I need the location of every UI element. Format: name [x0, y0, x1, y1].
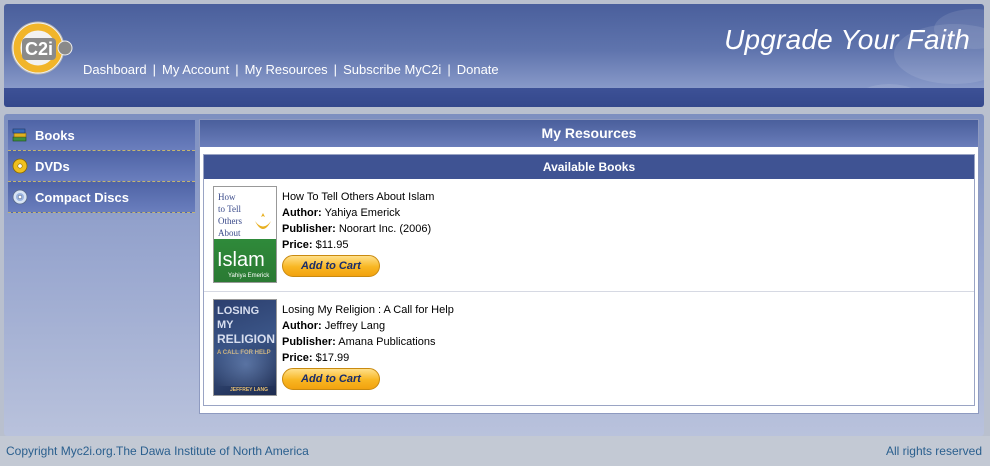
sidebar: Books DVDs Compact Discs	[8, 120, 195, 213]
cover-text: RELIGION	[217, 332, 276, 346]
sidebar-item-label: Books	[35, 127, 75, 143]
book-info: Losing My Religion : A Call for Help Aut…	[282, 299, 454, 398]
cover-text: LOSING MY	[217, 305, 260, 331]
list-item: How to Tell Others About Islam Yahiya Em…	[204, 179, 974, 292]
author-label: Author:	[282, 320, 322, 332]
book-price: $17.99	[315, 352, 350, 364]
book-title[interactable]: How To Tell Others About Islam	[282, 189, 434, 205]
nav-separator: |	[152, 62, 156, 77]
book-author: Yahiya Emerick	[324, 207, 401, 219]
add-to-cart-button[interactable]: Add to Cart	[282, 255, 380, 277]
tagline: Upgrade Your Faith	[724, 24, 970, 55]
nav-separator: |	[235, 62, 239, 77]
cover-text: How	[218, 192, 236, 202]
main-panel: My Resources Available Books How to Tell…	[199, 119, 979, 414]
book-price: $11.95	[315, 239, 349, 251]
price-label: Price:	[282, 239, 313, 251]
nav-dashboard[interactable]: Dashboard	[83, 62, 147, 77]
price-label: Price:	[282, 352, 313, 364]
c2i-logo[interactable]: C2i	[10, 18, 74, 76]
nav-donate[interactable]: Donate	[457, 62, 499, 77]
rights-text: All rights reserved	[885, 444, 982, 458]
sidebar-item-label: DVDs	[35, 158, 70, 174]
cover-text: to Tell	[218, 204, 241, 214]
books-list: Available Books How to Tell Others About…	[203, 154, 975, 406]
book-publisher: Amana Publications	[338, 336, 436, 348]
dvd-icon	[12, 158, 28, 174]
books-icon	[12, 127, 28, 143]
publisher-label: Publisher:	[282, 223, 336, 235]
header: C2i Upgrade Your Faith Dashboard | My Acco…	[4, 4, 984, 107]
book-cover[interactable]: How to Tell Others About Islam Yahiya Em…	[213, 186, 277, 283]
cd-icon	[12, 189, 28, 205]
author-label: Author:	[282, 207, 322, 219]
sidebar-item-dvds[interactable]: DVDs	[8, 151, 195, 182]
cover-text: JEFFREY LANG	[230, 387, 268, 393]
book-title[interactable]: Losing My Religion : A Call for Help	[282, 302, 454, 318]
book-info: How To Tell Others About Islam Author: Y…	[282, 186, 434, 284]
cover-text: Others	[218, 216, 242, 226]
logo-text: C2i	[25, 39, 53, 59]
footer: Copyright Myc2i.org.The Dawa Institute o…	[0, 436, 990, 466]
nav-separator: |	[447, 62, 451, 77]
publisher-label: Publisher:	[282, 336, 336, 348]
copyright-text: Copyright Myc2i.org.The Dawa Institute o…	[6, 444, 309, 458]
cover-text: Yahiya Emerick	[228, 273, 270, 279]
list-item: LOSING MY RELIGION A CALL FOR HELP JEFFR…	[204, 292, 974, 405]
section-header: Available Books	[204, 155, 974, 179]
page-title: My Resources	[200, 120, 978, 147]
book-author: Jeffrey Lang	[324, 320, 386, 332]
nav-my-account[interactable]: My Account	[162, 62, 229, 77]
book-publisher: Noorart Inc. (2006)	[338, 223, 432, 235]
top-navigation: Dashboard | My Account | My Resources | Subscr…	[83, 62, 499, 77]
header-band	[4, 88, 984, 107]
nav-subscribe[interactable]: Subscribe MyC2i	[343, 62, 441, 77]
add-to-cart-button[interactable]: Add to Cart	[282, 368, 380, 390]
cover-text: About	[218, 228, 241, 238]
book-cover[interactable]: LOSING MY RELIGION A CALL FOR HELP JEFFR…	[213, 299, 277, 396]
nav-separator: |	[333, 62, 338, 77]
sidebar-item-books[interactable]: Books	[8, 120, 195, 151]
nav-my-resources[interactable]: My Resources	[245, 62, 328, 77]
cover-text: Islam	[217, 249, 265, 271]
sidebar-item-compact-discs[interactable]: Compact Discs	[8, 182, 195, 213]
crescent-icon	[255, 213, 271, 229]
sidebar-item-label: Compact Discs	[35, 189, 129, 205]
